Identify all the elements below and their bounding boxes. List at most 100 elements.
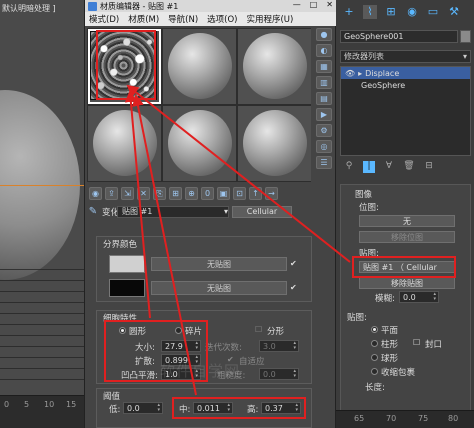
stack-item-geosphere[interactable]: GeoSphere (341, 79, 470, 91)
menu-navigation[interactable]: 导航(N) (168, 13, 198, 25)
get-material-icon[interactable]: ◉ (89, 187, 102, 200)
mapping-spherical-radio[interactable] (371, 354, 378, 361)
menu-material[interactable]: 材质(M) (128, 13, 159, 25)
go-to-parent-icon[interactable]: ↑ (249, 187, 262, 200)
put-to-library-icon[interactable]: ⊕ (185, 187, 198, 200)
object-color-swatch[interactable] (460, 30, 471, 43)
display-tab-icon[interactable]: ▭ (426, 5, 440, 19)
highlight-thresholds (172, 397, 306, 419)
sample-slot[interactable] (238, 29, 311, 104)
color2-map-checkbox[interactable]: ✔ (290, 283, 299, 292)
highlight-cellular-slot (96, 30, 156, 100)
select-by-material-icon[interactable]: ◎ (316, 140, 332, 153)
go-forward-sibling-icon[interactable]: → (265, 187, 278, 200)
chevron-down-icon[interactable]: ▾ (224, 207, 228, 216)
make-unique-icon[interactable]: ∀ (383, 161, 395, 173)
uv-tiling-icon[interactable]: ▥ (316, 76, 332, 89)
video-check-icon[interactable]: ▤ (316, 92, 332, 105)
remove-map-button[interactable]: 移除贴图 (359, 277, 455, 289)
title-bar[interactable]: 材质编辑器 - 贴图 #1 — □ ✕ (85, 0, 337, 12)
viewport-label[interactable]: 默认明暗处理 ] (2, 3, 56, 14)
put-to-scene-icon[interactable]: ⇪ (105, 187, 118, 200)
create-tab-icon[interactable]: + (342, 5, 356, 19)
sample-slot[interactable] (163, 29, 236, 104)
hierarchy-tab-icon[interactable]: ⊞ (384, 5, 398, 19)
blur-value: 0.0 (403, 292, 416, 302)
modify-tab-icon[interactable]: ⌇ (363, 5, 377, 19)
sample-type-icon[interactable]: ● (316, 28, 332, 41)
stack-item-label: Displace (365, 68, 400, 78)
color1-map-button[interactable]: 无贴图 (151, 257, 287, 271)
bitmap-button[interactable]: 无 (359, 215, 455, 227)
blur-spinner[interactable]: 0.0 ▴ ▾ (399, 291, 439, 303)
object-name-field[interactable]: GeoSphere001 (340, 30, 458, 43)
background-icon[interactable]: ▦ (316, 60, 332, 73)
motion-tab-icon[interactable]: ◉ (405, 5, 419, 19)
color2-map-button[interactable]: 无贴图 (151, 281, 287, 295)
material-type-button[interactable]: Cellular (232, 205, 292, 218)
side-toolbar: ● ◐ ▦ ▥ ▤ ▶ ⚙ ◎ ☰ (314, 28, 334, 182)
mapping-planar-radio[interactable] (371, 326, 378, 333)
modifier-list-dropdown[interactable]: 修改器列表 ▾ (340, 50, 471, 63)
thresholds-title[interactable]: 阈值 (101, 390, 123, 402)
configure-sets-icon[interactable]: ⊟ (423, 161, 435, 173)
iterations-spinner[interactable]: 3.0 ▴ ▾ (259, 340, 299, 352)
sample-slot[interactable] (88, 106, 161, 181)
color1-map-checkbox[interactable]: ✔ (290, 259, 299, 268)
material-name-row: ✎ 变化 贴图 #1 ▾ Cellular (87, 204, 335, 219)
menu-options[interactable]: 选项(O) (207, 13, 237, 25)
mapping-cylindrical-radio[interactable] (371, 340, 378, 347)
menu-mode[interactable]: 模式(D) (89, 13, 119, 25)
timeline-right[interactable]: 65 70 75 80 (336, 410, 474, 428)
mapping-cylindrical-label: 柱形 (381, 340, 399, 350)
remove-bitmap-button[interactable]: 移除位图 (359, 231, 455, 243)
expand-icon[interactable]: ▸ (358, 69, 362, 78)
preview-icon[interactable]: ▶ (316, 108, 332, 121)
division-colors-title[interactable]: 分界颜色 (101, 238, 140, 250)
length-label: 长度: (365, 383, 385, 393)
tick-label: 80 (448, 414, 459, 423)
iterations-label: 迭代次数: (205, 343, 242, 353)
perspective-viewport[interactable]: 默认明暗处理 ] 0 5 10 15 (0, 0, 84, 428)
show-end-result-icon[interactable]: | (363, 161, 375, 173)
highlight-map-slot (352, 256, 456, 278)
pin-stack-icon[interactable]: ⚲ (343, 161, 355, 173)
maximize-button[interactable]: □ (310, 0, 318, 9)
sample-slot[interactable] (238, 106, 311, 181)
stack-item-displace[interactable]: 👁 ▸ Displace (341, 67, 470, 79)
assign-material-icon[interactable]: ⇲ (121, 187, 134, 200)
timeline-left[interactable]: 0 5 10 15 (0, 395, 84, 428)
material-name-field[interactable]: 贴图 #1 ▾ (117, 205, 229, 218)
color1-swatch[interactable] (109, 255, 145, 273)
modifier-stack: 👁 ▸ Displace GeoSphere (340, 66, 471, 156)
pick-material-icon[interactable]: ✎ (87, 206, 99, 218)
make-unique-icon[interactable]: ⊞ (169, 187, 182, 200)
close-button[interactable]: ✕ (326, 0, 333, 9)
backlight-icon[interactable]: ◐ (316, 44, 332, 57)
material-id-icon[interactable]: 0 (201, 187, 214, 200)
image-group-title: 图像 (355, 190, 373, 200)
iterations-value: 3.0 (263, 341, 276, 351)
menu-utilities[interactable]: 实用程序(U) (246, 13, 293, 25)
show-map-icon[interactable]: ▣ (217, 187, 230, 200)
material-navigator-icon[interactable]: ☰ (316, 156, 332, 169)
remove-modifier-icon[interactable]: 🗑 (403, 161, 415, 173)
fractal-checkbox[interactable]: ☐ (255, 325, 264, 334)
mapping-shrinkwrap-label: 收缩包裹 (381, 368, 416, 378)
reset-map-icon[interactable]: ✕ (137, 187, 150, 200)
show-end-result-icon[interactable]: ⊡ (233, 187, 246, 200)
bitmap-label: 位图: (359, 203, 379, 213)
sample-slot[interactable] (163, 106, 236, 181)
color2-swatch[interactable] (109, 279, 145, 297)
cap-checkbox[interactable]: ☐ (413, 338, 422, 347)
utilities-tab-icon[interactable]: ⚒ (447, 5, 461, 19)
roughness-spinner[interactable]: 0.0 ▴ ▾ (259, 368, 299, 380)
mapping-shrinkwrap-radio[interactable] (371, 368, 378, 375)
minimize-button[interactable]: — (293, 0, 301, 9)
threshold-low-spinner[interactable]: 0.0 ▴ ▾ (123, 402, 163, 414)
eye-icon[interactable]: 👁 (345, 69, 355, 78)
mapping-group-title: 贴图: (347, 313, 367, 323)
options-icon[interactable]: ⚙ (316, 124, 332, 137)
copy-material-icon[interactable]: ⎘ (153, 187, 166, 200)
sample-sphere (168, 110, 232, 176)
